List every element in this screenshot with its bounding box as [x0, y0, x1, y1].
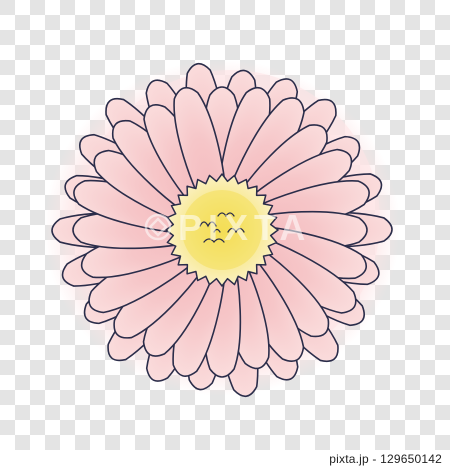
credit-text: pixta.jp - 129650142: [329, 452, 442, 466]
center-core: [182, 190, 262, 270]
image-canvas: PIXTA pixta.jp - 129650142: [0, 0, 450, 469]
gerbera-flower-illustration: [44, 60, 400, 398]
credit-bar: pixta.jp - 129650142: [0, 450, 450, 469]
